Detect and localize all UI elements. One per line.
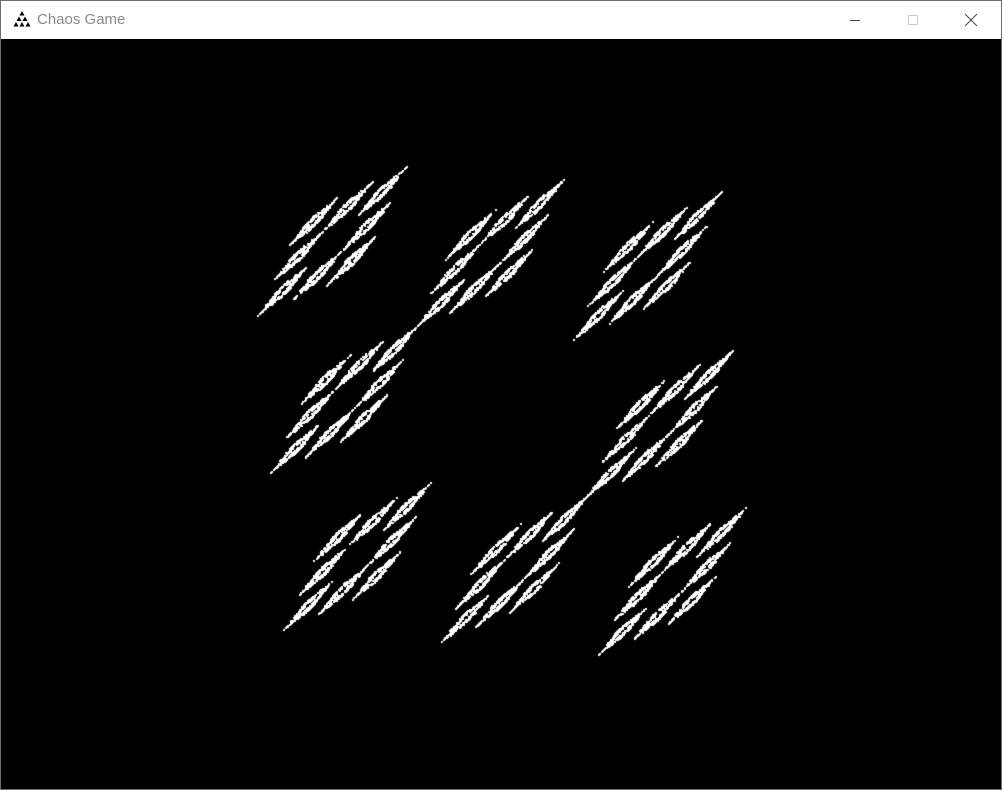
- fractal-canvas-area[interactable]: [1, 39, 1001, 789]
- window-title: Chaos Game: [37, 11, 126, 28]
- maximize-button[interactable]: [884, 1, 942, 39]
- maximize-icon: [908, 15, 918, 25]
- sierpinski-triangle-icon[interactable]: [12, 10, 32, 29]
- minimize-button[interactable]: [826, 1, 884, 39]
- fractal-canvas[interactable]: [1, 39, 1001, 789]
- close-button[interactable]: [942, 1, 1000, 39]
- title-bar[interactable]: Chaos Game: [1, 1, 1001, 39]
- app-window: Chaos Game: [0, 0, 1002, 790]
- minimize-icon: [850, 20, 860, 21]
- close-icon: [964, 13, 978, 27]
